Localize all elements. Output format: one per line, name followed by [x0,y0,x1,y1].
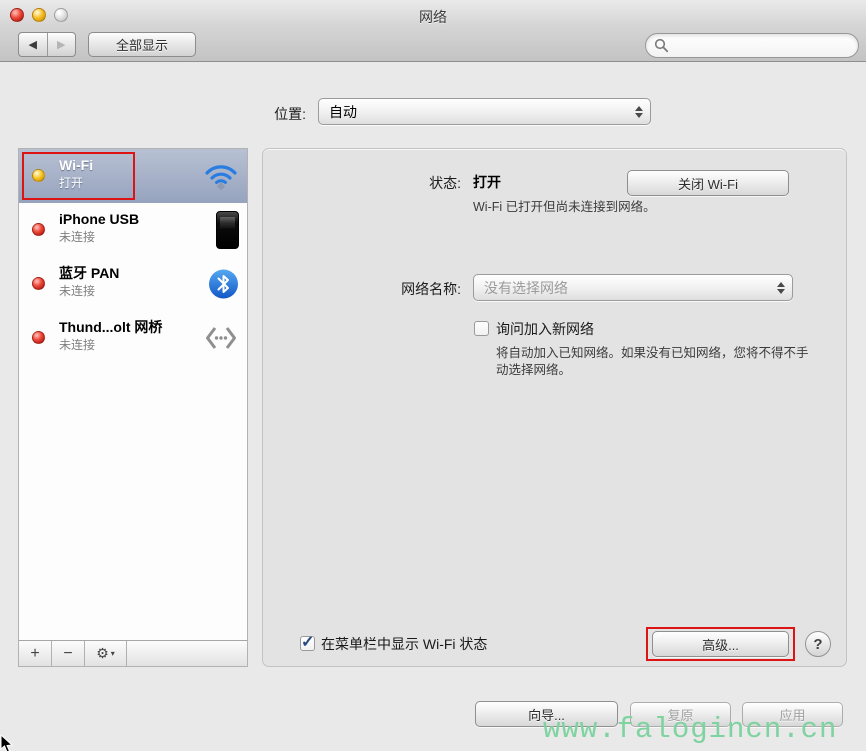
sidebar-item-iphone-usb[interactable]: iPhone USB 未连接 [19,203,247,257]
search-icon [654,38,669,53]
back-button[interactable]: ◀ [19,33,48,56]
sidebar-item-status: 未连接 [59,283,119,299]
network-name-label: 网络名称: [323,279,461,299]
ask-to-join-checkbox[interactable] [474,321,489,336]
iphone-usb-status-dot [32,223,45,236]
help-button[interactable]: ? [805,631,831,657]
interface-list: Wi-Fi 打开 iPhone USB 未连接 [18,148,248,667]
popup-stepper-icon [635,106,643,118]
iphone-icon [216,211,239,249]
popup-stepper-icon [777,282,785,294]
sidebar-item-status: 未连接 [59,229,139,245]
window-header: 网络 ◀ ▶ 全部显示 [0,0,866,62]
sidebar-item-thunderbolt-bridge[interactable]: Thund...olt 网桥 未连接 [19,311,247,365]
gear-icon: ⚙ [96,645,109,662]
network-preferences-window: 网络 ◀ ▶ 全部显示 位置: 自动 Wi-Fi 打开 [0,0,866,751]
checkmark-icon: ✓ [301,632,314,652]
content-area: 位置: 自动 Wi-Fi 打开 [0,63,866,751]
menubar-wifi-checkbox[interactable]: ✓ [300,636,315,651]
interface-list-footer: + − ⚙ ▾ [19,640,247,666]
status-value: 打开 [473,172,501,192]
location-label: 位置: [180,104,306,124]
sidebar-item-bluetooth-pan[interactable]: 蓝牙 PAN 未连接 [19,257,247,311]
search-field[interactable] [645,33,859,58]
sidebar-item-status: 未连接 [59,337,162,353]
back-icon: ◀ [29,38,37,51]
status-label: 状态: [323,173,461,193]
remove-interface-button[interactable]: − [52,641,85,666]
sidebar-item-wifi[interactable]: Wi-Fi 打开 [19,149,247,203]
ask-to-join-label: 询问加入新网络 [496,319,594,339]
sidebar-item-label: Thund...olt 网桥 [59,318,162,337]
location-popup[interactable]: 自动 [318,98,651,125]
network-name-popup[interactable]: 没有选择网络 [473,274,793,301]
wifi-settings-panel: 状态: 打开 关闭 Wi-Fi Wi-Fi 已打开但尚未连接到网络。 网络名称:… [262,148,847,667]
forward-icon: ▶ [57,38,65,51]
location-value: 自动 [329,102,357,122]
thunderbolt-bridge-icon [203,324,239,352]
sidebar-item-status: 打开 [59,175,93,191]
wifi-status-dot [32,169,45,182]
window-title: 网络 [0,7,866,27]
watermark-text: www.falogincn.cn [543,713,837,746]
wifi-icon [203,161,239,191]
show-all-button[interactable]: 全部显示 [88,32,196,57]
bluetooth-pan-status-dot [32,277,45,290]
advanced-button[interactable]: 高级... [652,631,789,657]
back-forward-control: ◀ ▶ [18,32,76,57]
thunderbolt-bridge-status-dot [32,331,45,344]
gear-arrow-icon: ▾ [111,649,115,658]
bluetooth-icon [208,269,239,300]
action-menu-button[interactable]: ⚙ ▾ [85,641,127,666]
menubar-wifi-label: 在菜单栏中显示 Wi-Fi 状态 [321,634,487,654]
sidebar-item-label: iPhone USB [59,210,139,229]
network-name-value: 没有选择网络 [484,278,568,298]
sidebar-item-label: Wi-Fi [59,156,93,175]
forward-button[interactable]: ▶ [48,33,76,56]
ask-to-join-description: 将自动加入已知网络。如果没有已知网络，您将不得不手动选择网络。 [496,345,814,379]
status-description: Wi-Fi 已打开但尚未连接到网络。 [473,199,656,216]
turn-off-wifi-button[interactable]: 关闭 Wi-Fi [627,170,789,196]
sidebar-item-label: 蓝牙 PAN [59,264,119,283]
mouse-cursor [0,735,14,751]
add-interface-button[interactable]: + [19,641,52,666]
